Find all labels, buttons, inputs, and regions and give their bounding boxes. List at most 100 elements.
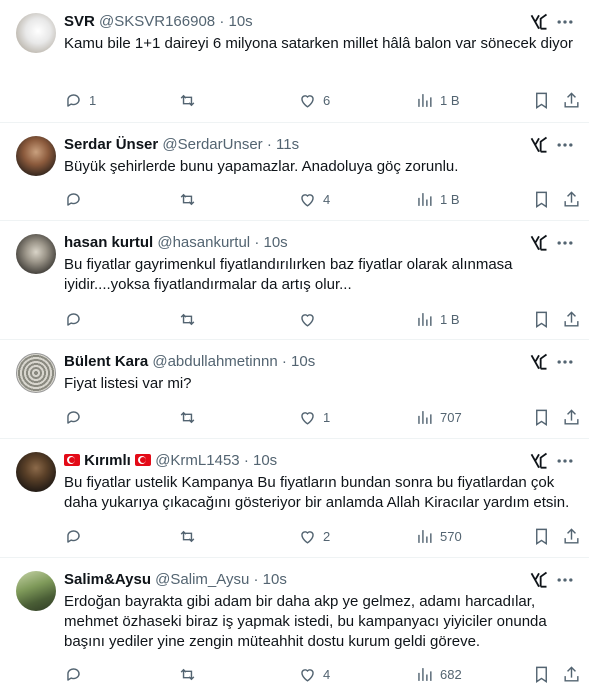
more-icon[interactable] — [555, 12, 575, 32]
views-count: 1 B — [440, 191, 460, 207]
share-button[interactable] — [562, 664, 581, 684]
timestamp[interactable]: 10s — [229, 13, 253, 30]
display-name[interactable]: Bülent Kara — [64, 353, 148, 370]
bookmark-button[interactable] — [532, 189, 551, 209]
avatar[interactable] — [16, 571, 56, 611]
like-button[interactable] — [298, 309, 323, 329]
timestamp[interactable]: 10s — [253, 452, 277, 469]
action-bar: 2 570 — [58, 526, 579, 546]
share-button[interactable] — [562, 407, 581, 427]
share-button[interactable] — [562, 309, 581, 329]
timestamp[interactable]: 10s — [263, 571, 287, 588]
bookmark-icon — [536, 528, 547, 545]
retweet-button[interactable] — [178, 526, 203, 546]
heart-icon — [301, 411, 314, 425]
views-button[interactable]: 682 — [415, 664, 462, 684]
timestamp[interactable]: 10s — [291, 353, 315, 370]
avatar[interactable] — [16, 136, 56, 176]
avatar[interactable] — [16, 353, 56, 393]
reply-button[interactable] — [64, 407, 89, 427]
action-bar: 4 1 B — [58, 189, 579, 209]
reply-icon — [67, 312, 80, 326]
more-icon[interactable] — [555, 135, 575, 155]
grok-icon[interactable] — [529, 451, 549, 471]
reply-button[interactable] — [64, 664, 89, 684]
share-icon — [564, 527, 579, 544]
like-button[interactable]: 1 — [298, 407, 330, 427]
user-handle[interactable]: @SerdarUnser — [162, 136, 262, 153]
views-button[interactable]: 1 B — [415, 189, 460, 209]
grok-icon[interactable] — [529, 570, 549, 590]
share-button[interactable] — [562, 189, 581, 209]
user-handle[interactable]: @abdullahmetinnn — [152, 353, 277, 370]
tweet[interactable]: hasan kurtul @hasankurtul · 10s Bu fiyat… — [0, 221, 589, 340]
heart-icon — [301, 94, 314, 108]
retweet-button[interactable] — [178, 90, 203, 110]
tweet[interactable]: Kırımlı @KrmL1453 · 10s Bu fiyatlar uste… — [0, 439, 589, 558]
tweet-text: Kamu bile 1+1 daireyi 6 milyona satarken… — [64, 35, 574, 52]
like-button[interactable]: 4 — [298, 664, 330, 684]
tweet-header: SVR @SKSVR166908 · 10s — [64, 12, 499, 32]
like-button[interactable]: 4 — [298, 189, 330, 209]
views-button[interactable]: 570 — [415, 526, 462, 546]
more-icon[interactable] — [555, 352, 575, 372]
retweet-button[interactable] — [178, 407, 203, 427]
user-handle[interactable]: @hasankurtul — [157, 234, 250, 251]
views-button[interactable]: 707 — [415, 407, 462, 427]
bookmark-button[interactable] — [532, 407, 551, 427]
tweet[interactable]: Bülent Kara @abdullahmetinnn · 10s Fiyat… — [0, 340, 589, 439]
tweet[interactable]: Serdar Ünser @SerdarUnser · 11s Büyük şe… — [0, 123, 589, 221]
tweet[interactable]: SVR @SKSVR166908 · 10s Kamu bile 1+1 dai… — [0, 0, 589, 123]
tweet-header: Kırımlı @KrmL1453 · 10s — [64, 451, 499, 471]
bookmark-icon — [536, 311, 547, 328]
grok-icon[interactable] — [529, 352, 549, 372]
retweet-icon — [180, 193, 195, 205]
display-name[interactable]: Serdar Ünser — [64, 136, 158, 153]
reply-icon — [67, 667, 80, 681]
reply-button[interactable] — [64, 309, 89, 329]
timestamp[interactable]: 11s — [276, 136, 299, 153]
like-count: 4 — [323, 191, 331, 207]
views-icon — [418, 312, 432, 326]
views-button[interactable]: 1 B — [415, 309, 460, 329]
like-button[interactable]: 2 — [298, 526, 330, 546]
display-name[interactable]: SVR — [64, 13, 95, 30]
more-icon[interactable] — [555, 451, 575, 471]
reply-button[interactable] — [64, 189, 89, 209]
display-name[interactable]: Salim&Aysu — [64, 571, 151, 588]
timestamp[interactable]: 10s — [263, 234, 287, 251]
retweet-button[interactable] — [178, 309, 203, 329]
like-button[interactable]: 6 — [298, 90, 330, 110]
action-bar: 1 707 — [58, 407, 579, 427]
avatar[interactable] — [16, 13, 56, 53]
user-handle[interactable]: @KrmL1453 — [155, 452, 239, 469]
share-icon — [564, 91, 579, 108]
more-icon[interactable] — [555, 570, 575, 590]
display-name[interactable]: hasan kurtul — [64, 234, 153, 251]
views-button[interactable]: 1 B — [415, 90, 460, 110]
heart-icon — [301, 193, 314, 207]
grok-icon[interactable] — [529, 135, 549, 155]
grok-icon[interactable] — [529, 12, 549, 32]
retweet-button[interactable] — [178, 189, 203, 209]
bookmark-button[interactable] — [532, 664, 551, 684]
avatar[interactable] — [16, 452, 56, 492]
grok-icon[interactable] — [529, 233, 549, 253]
retweet-button[interactable] — [178, 664, 203, 684]
user-handle[interactable]: @Salim_Aysu — [155, 571, 249, 588]
share-button[interactable] — [562, 526, 581, 546]
bookmark-button[interactable] — [532, 526, 551, 546]
user-handle[interactable]: @SKSVR166908 — [99, 13, 215, 30]
avatar[interactable] — [16, 234, 56, 274]
reply-button[interactable] — [64, 526, 89, 546]
more-icon[interactable] — [555, 233, 575, 253]
bookmark-button[interactable] — [532, 90, 551, 110]
views-icon — [418, 667, 432, 681]
share-button[interactable] — [562, 90, 581, 110]
tweet[interactable]: Salim&Aysu @Salim_Aysu · 10s Erdoğan bay… — [0, 558, 589, 698]
reply-button[interactable]: 1 — [64, 90, 96, 110]
bookmark-button[interactable] — [532, 309, 551, 329]
views-icon — [418, 529, 432, 543]
action-bar: 1 6 1 B — [58, 90, 579, 110]
display-name[interactable]: Kırımlı — [84, 452, 131, 469]
